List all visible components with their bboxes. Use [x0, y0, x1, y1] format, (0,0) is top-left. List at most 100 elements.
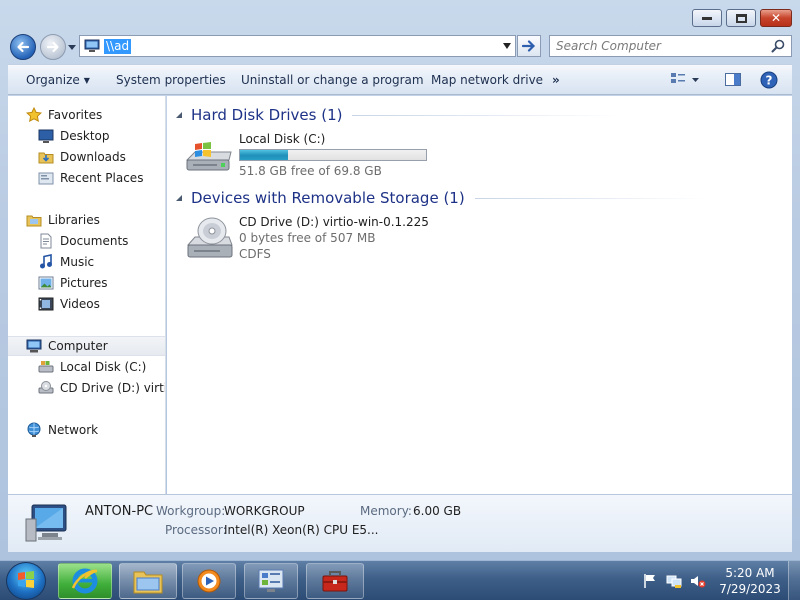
arrow-left-icon	[17, 41, 30, 53]
group-removable-storage[interactable]: Devices with Removable Storage (1)	[175, 187, 705, 209]
drive-cd-d[interactable]: CD Drive (D:) virtio-win-0.1.225 0 bytes…	[185, 215, 445, 265]
search-input[interactable]	[550, 36, 760, 56]
address-path[interactable]: \\ad	[104, 39, 132, 54]
drive-d-filesystem: CDFS	[239, 247, 271, 261]
computer-icon	[25, 504, 67, 542]
taskbar-internet-explorer[interactable]	[58, 563, 112, 599]
computer-name: ANTON-PC	[85, 504, 154, 519]
recent-pages-dropdown[interactable]	[67, 42, 77, 52]
explorer-window: ✕ \\ad Organize▼ System properties Unins…	[0, 0, 800, 560]
back-button[interactable]	[10, 34, 36, 60]
nav-network-label: Network	[48, 423, 99, 437]
nav-recent-places[interactable]: Recent Places	[38, 168, 165, 188]
nav-documents-label: Documents	[60, 234, 129, 248]
system-clock[interactable]: 5:20 AM 7/29/2023	[718, 565, 782, 597]
group-divider	[474, 197, 705, 199]
start-button[interactable]	[6, 562, 46, 600]
downloads-folder-icon	[38, 152, 54, 164]
arrow-right-icon	[46, 41, 59, 53]
processor-value: Intel(R) Xeon(R) CPU E5...	[224, 523, 379, 537]
recent-places-icon	[38, 172, 54, 185]
minimize-button[interactable]	[692, 9, 722, 27]
close-icon: ✕	[770, 11, 782, 25]
chevron-down-icon: ▼	[83, 76, 90, 85]
nav-downloads-label: Downloads	[60, 150, 126, 164]
nav-music[interactable]: Music	[38, 252, 165, 272]
system-properties-button[interactable]: System properties	[116, 73, 226, 87]
maximize-button[interactable]	[726, 9, 756, 27]
nav-videos[interactable]: Videos	[38, 294, 165, 314]
search-icon[interactable]	[771, 39, 785, 53]
nav-cd-drive[interactable]: CD Drive (D:) virtio-win-0.1.225	[38, 378, 165, 398]
map-network-drive-button[interactable]: Map network drive	[431, 73, 543, 87]
hard-drive-icon	[38, 361, 54, 373]
taskbar-toolbox[interactable]	[306, 563, 364, 599]
drive-d-name: CD Drive (D:) virtio-win-0.1.225	[239, 215, 429, 229]
minimize-icon	[702, 16, 712, 20]
go-button[interactable]	[517, 35, 541, 57]
group-title: Hard Disk Drives (1)	[191, 106, 343, 124]
nav-local-disk[interactable]: Local Disk (C:)	[38, 357, 165, 377]
show-desktop-button[interactable]	[788, 561, 800, 600]
group-title: Devices with Removable Storage (1)	[191, 189, 465, 207]
command-bar: Organize ▼ System properties Uninstall or…	[8, 64, 792, 95]
processor-label: Processor:	[165, 523, 227, 537]
drive-local-disk-c[interactable]: Local Disk (C:) 51.8 GB free of 69.8 GB	[185, 132, 445, 182]
forward-button[interactable]	[40, 34, 66, 60]
toolbox-icon	[322, 571, 348, 592]
more-commands-button[interactable]: »	[552, 73, 560, 87]
folder-icon	[133, 571, 163, 594]
videos-icon	[38, 297, 54, 311]
maximize-icon	[735, 13, 747, 23]
memory-value: 6.00 GB	[413, 504, 462, 518]
close-button[interactable]: ✕	[760, 9, 792, 27]
action-center-flag-icon[interactable]	[642, 573, 658, 589]
taskbar-media-player[interactable]	[182, 563, 236, 599]
computer-icon	[26, 339, 42, 353]
search-box[interactable]	[549, 35, 792, 57]
taskbar-control-panel[interactable]	[244, 563, 298, 599]
organize-button[interactable]: Organize ▼	[26, 73, 90, 87]
nav-network[interactable]: Network	[26, 420, 165, 440]
clock-date: 7/29/2023	[719, 582, 781, 596]
computer-icon	[84, 39, 100, 52]
nav-desktop[interactable]: Desktop	[38, 126, 165, 146]
uninstall-program-button[interactable]: Uninstall or change a program	[241, 73, 424, 87]
cd-drive-icon	[186, 217, 233, 258]
nav-music-label: Music	[60, 255, 95, 269]
preview-pane-icon[interactable]	[724, 71, 742, 89]
cd-drive-icon	[38, 381, 54, 394]
nav-libraries[interactable]: Libraries	[26, 210, 165, 230]
collapse-triangle-icon[interactable]	[175, 111, 183, 119]
go-arrow-icon	[522, 40, 536, 52]
nav-documents[interactable]: Documents	[38, 231, 165, 251]
network-status-icon[interactable]	[666, 573, 682, 589]
taskbar-windows-explorer[interactable]	[119, 563, 177, 599]
libraries-icon	[26, 215, 42, 227]
help-icon[interactable]: ?	[760, 71, 778, 89]
nav-computer-label: Computer	[48, 339, 108, 353]
nav-libraries-label: Libraries	[48, 213, 100, 227]
clock-time: 5:20 AM	[725, 566, 775, 580]
address-bar[interactable]: \\ad	[79, 35, 516, 57]
hard-drive-windows-icon	[185, 142, 232, 171]
address-dropdown-icon[interactable]	[503, 43, 511, 49]
nav-pictures[interactable]: Pictures	[38, 273, 165, 293]
nav-downloads[interactable]: Downloads	[38, 147, 165, 167]
network-icon	[27, 422, 41, 437]
nav-recent-places-label: Recent Places	[60, 171, 144, 185]
group-hard-disk-drives[interactable]: Hard Disk Drives (1)	[175, 104, 623, 126]
nav-pictures-label: Pictures	[60, 276, 108, 290]
nav-videos-label: Videos	[60, 297, 100, 311]
volume-muted-icon[interactable]	[690, 573, 706, 589]
nav-computer[interactable]: Computer	[8, 336, 165, 356]
navigation-pane: Favorites Desktop Downloads Recent Place…	[8, 96, 166, 494]
nav-favorites-label: Favorites	[48, 108, 103, 122]
nav-local-disk-label: Local Disk (C:)	[60, 360, 147, 374]
documents-icon	[40, 233, 52, 249]
change-view-button[interactable]	[670, 71, 700, 89]
collapse-triangle-icon[interactable]	[175, 194, 183, 202]
nav-favorites[interactable]: Favorites	[26, 105, 165, 125]
drive-c-name: Local Disk (C:)	[239, 132, 326, 146]
title-bar[interactable]: ✕	[0, 0, 800, 32]
